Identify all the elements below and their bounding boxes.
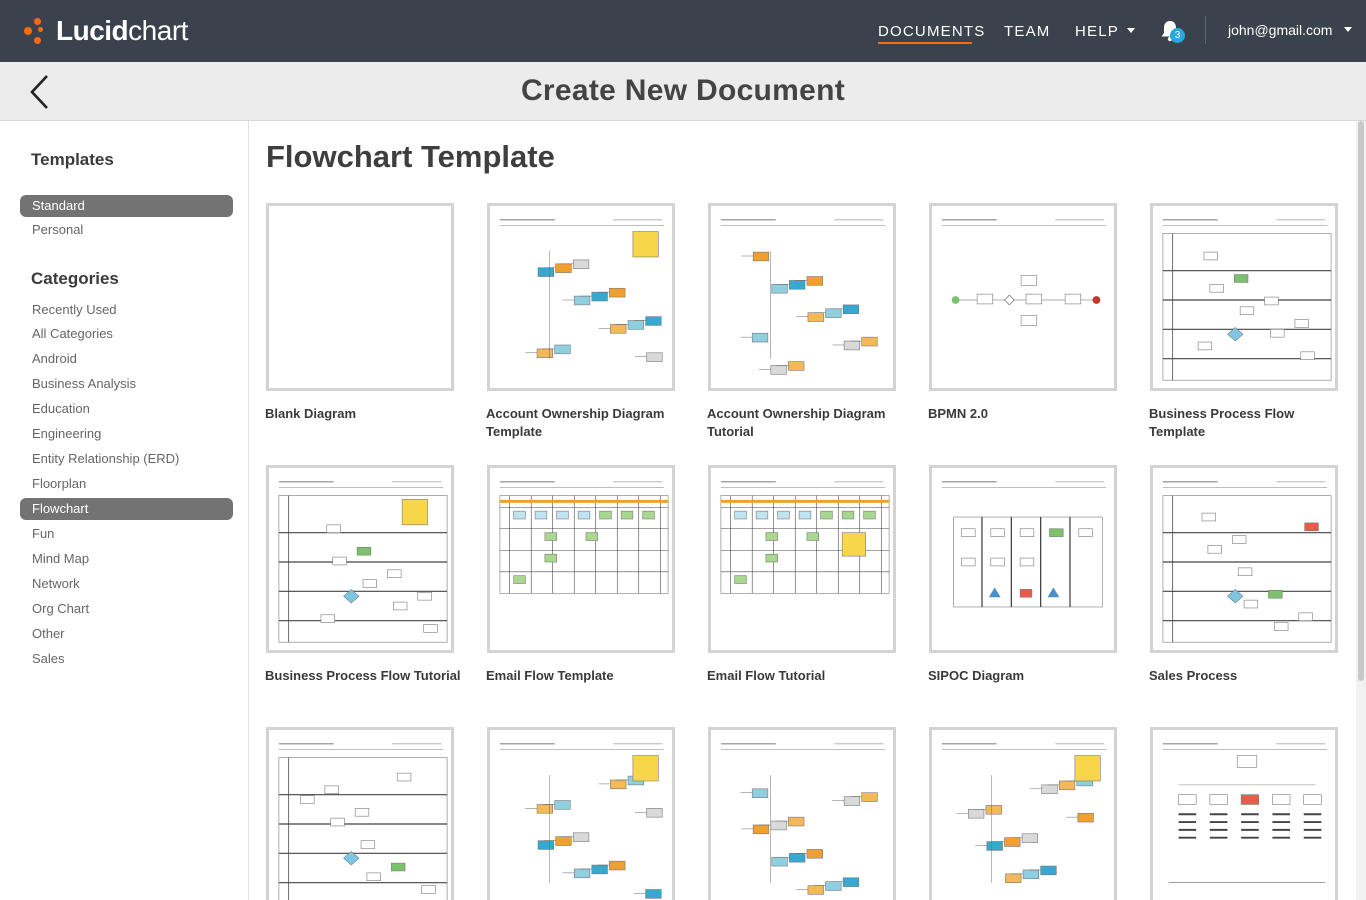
flowchart-thumbnail: [499, 219, 665, 362]
user-menu[interactable]: john@gmail.com: [1228, 22, 1353, 38]
template-thumbnail[interactable]: [708, 203, 896, 391]
sidebar-item-flowchart[interactable]: Flowchart: [20, 498, 233, 520]
template-label[interactable]: Business Process Flow Template: [1149, 405, 1349, 441]
chevron-down-icon: [1344, 26, 1353, 32]
bpmn-thumbnail: [941, 219, 1107, 326]
template-thumbnail[interactable]: [266, 465, 454, 653]
swimlane-thumbnail: [278, 481, 448, 643]
sidebar-item-erd[interactable]: Entity Relationship (ERD): [20, 448, 233, 470]
sidebar-item-business-analysis[interactable]: Business Analysis: [20, 373, 233, 395]
swimlane-thumbnail: [278, 743, 448, 900]
flowchart-thumbnail: [720, 743, 886, 895]
sidebar-item-recently-used[interactable]: Recently Used: [20, 299, 233, 321]
template-thumbnail[interactable]: [266, 203, 454, 391]
table-flow-thumbnail: [720, 481, 890, 594]
brand-name: Lucidchart: [56, 15, 188, 46]
template-label[interactable]: Blank Diagram: [265, 405, 465, 423]
table-flow-thumbnail: [499, 481, 669, 594]
template-label[interactable]: Sales Process: [1149, 667, 1349, 685]
sidebar-item-standard[interactable]: Standard: [20, 195, 233, 217]
template-thumbnail[interactable]: [708, 727, 896, 900]
template-label[interactable]: Business Process Flow Tutorial: [265, 667, 465, 685]
sidebar: Templates Standard Personal Categories R…: [0, 121, 249, 900]
swimlane-thumbnail: [1162, 481, 1332, 643]
swimlane-thumbnail: [1162, 219, 1332, 381]
template-label[interactable]: BPMN 2.0: [928, 405, 1128, 423]
page-title: Create New Document: [520, 74, 846, 107]
sidebar-item-network[interactable]: Network: [20, 573, 233, 595]
sidebar-item-sales[interactable]: Sales: [20, 648, 233, 670]
template-label[interactable]: SIPOC Diagram: [928, 667, 1128, 685]
chevron-down-icon: [1127, 27, 1135, 33]
template-label[interactable]: Account Ownership Diagram Template: [486, 405, 686, 441]
flowchart-thumbnail: [941, 743, 1107, 883]
lucidchart-logo-icon: [24, 16, 50, 46]
sidebar-item-org-chart[interactable]: Org Chart: [20, 598, 233, 620]
template-thumbnail[interactable]: [266, 727, 454, 900]
template-thumbnail[interactable]: [929, 727, 1117, 900]
nav-help[interactable]: HELP: [1075, 23, 1135, 40]
template-thumbnail[interactable]: [929, 203, 1117, 391]
page-scrollbar[interactable]: [1356, 121, 1366, 900]
sidebar-item-all-categories[interactable]: All Categories: [20, 323, 233, 345]
blank-thumbnail: [275, 212, 451, 388]
template-thumbnail[interactable]: [708, 465, 896, 653]
templates-heading: Templates: [31, 150, 114, 169]
categories-heading: Categories: [31, 269, 119, 288]
sidebar-item-floorplan[interactable]: Floorplan: [20, 473, 233, 495]
value-stream-thumbnail: [1162, 743, 1328, 883]
template-label[interactable]: Email Flow Tutorial: [707, 667, 907, 685]
template-label[interactable]: Email Flow Template: [486, 667, 686, 685]
sidebar-item-education[interactable]: Education: [20, 398, 233, 420]
template-thumbnail[interactable]: [487, 203, 675, 391]
sidebar-item-android[interactable]: Android: [20, 348, 233, 370]
sidebar-item-personal[interactable]: Personal: [20, 219, 233, 241]
sidebar-item-other[interactable]: Other: [20, 623, 233, 645]
sidebar-item-engineering[interactable]: Engineering: [20, 423, 233, 445]
nav-active-underline: [878, 42, 972, 44]
template-thumbnail[interactable]: [487, 727, 675, 900]
template-thumbnail[interactable]: [1150, 203, 1338, 391]
scrollbar-thumb[interactable]: [1358, 121, 1364, 681]
template-thumbnail[interactable]: [1150, 465, 1338, 653]
flowchart-thumbnail: [720, 219, 886, 375]
top-navigation-bar: Lucidchart DOCUMENTS TEAM HELP 3 john@gm…: [0, 0, 1366, 62]
flowchart-thumbnail: [499, 743, 665, 899]
lucidchart-logo[interactable]: Lucidchart: [24, 14, 188, 48]
sidebar-item-mind-map[interactable]: Mind Map: [20, 548, 233, 570]
user-email: john@gmail.com: [1228, 22, 1333, 38]
template-thumbnail[interactable]: [1150, 727, 1338, 900]
nav-team[interactable]: TEAM: [1004, 23, 1050, 40]
sidebar-item-fun[interactable]: Fun: [20, 523, 233, 545]
page-header: Create New Document: [0, 62, 1366, 121]
section-title: Flowchart Template: [266, 139, 555, 174]
template-thumbnail[interactable]: [929, 465, 1117, 653]
nav-help-label: HELP: [1075, 23, 1119, 40]
notification-badge: 3: [1170, 28, 1185, 43]
nav-documents[interactable]: DOCUMENTS: [878, 23, 985, 40]
template-label[interactable]: Account Ownership Diagram Tutorial: [707, 405, 907, 441]
nav-divider: [1205, 16, 1206, 44]
template-thumbnail[interactable]: [487, 465, 675, 653]
template-gallery: Flowchart Template Blank Diagram Account …: [250, 121, 1356, 900]
sipoc-thumbnail: [941, 481, 1107, 608]
